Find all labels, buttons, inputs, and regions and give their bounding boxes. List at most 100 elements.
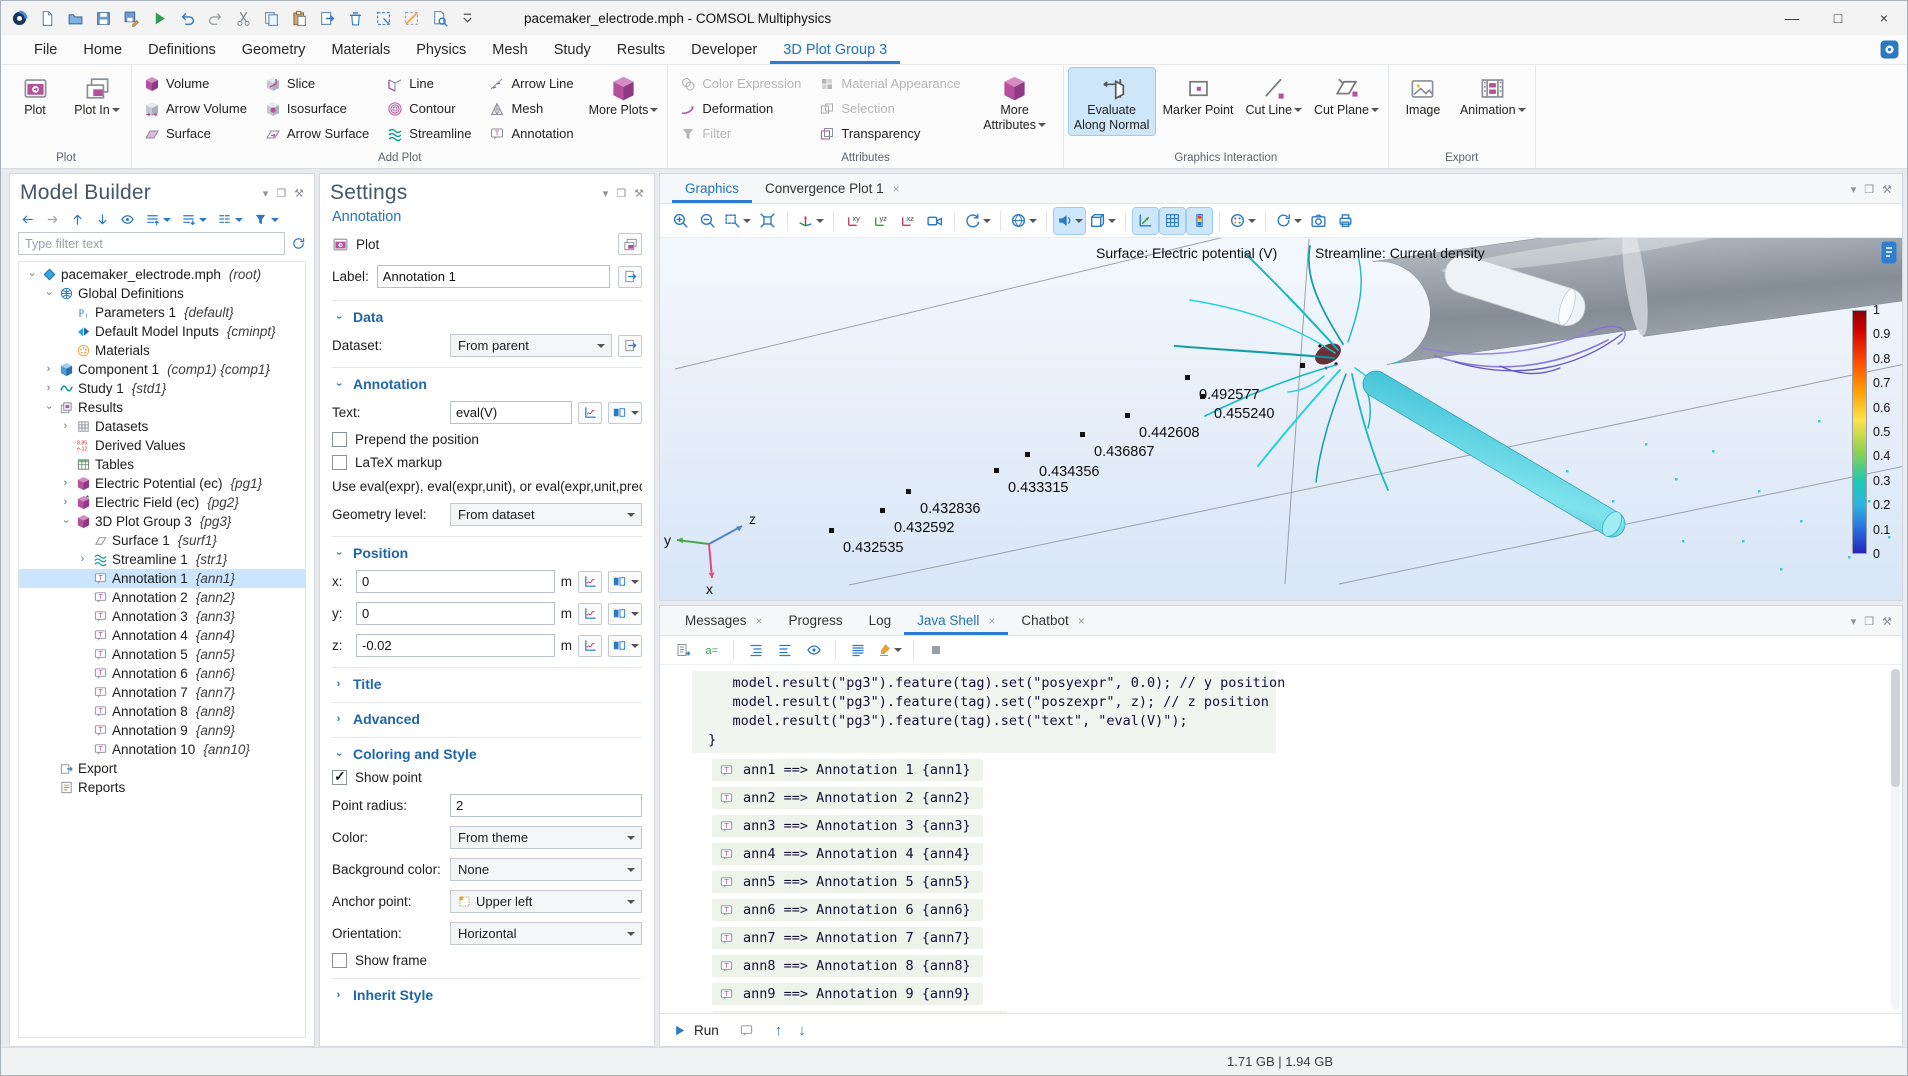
tree-item-reports[interactable]: Reports <box>19 778 305 797</box>
split-expression-button[interactable] <box>608 571 642 593</box>
show-grid-button[interactable] <box>1160 208 1185 234</box>
paste-icon[interactable] <box>291 10 308 27</box>
graphics-canvas[interactable]: z y x 0.4925770.4552400.4426080.4368670.… <box>660 238 1902 600</box>
zoom-out-button[interactable] <box>695 208 720 234</box>
zoom-box-button[interactable] <box>722 208 753 234</box>
zoom-extents-button[interactable] <box>755 208 780 234</box>
range-button[interactable] <box>578 571 602 593</box>
color-theme-button[interactable] <box>1227 208 1258 234</box>
tree-item-surface-1[interactable]: Surface 1{surf1} <box>19 531 305 550</box>
ribbon-button-annotation[interactable]: TAnnotation <box>482 121 580 146</box>
show-point-checkbox[interactable] <box>332 770 347 785</box>
geometry-level-select[interactable]: From dataset <box>450 503 642 526</box>
ribbon-button-more-attributes[interactable]: More Attributes <box>972 68 1058 135</box>
ribbon-button-mesh[interactable]: Mesh <box>482 96 580 121</box>
tab-progress[interactable]: Progress <box>776 606 856 635</box>
annotation-text-input[interactable] <box>450 401 572 424</box>
split-expression-button[interactable] <box>608 635 642 657</box>
indent-less-button[interactable] <box>772 637 797 663</box>
ribbon-button-arrow-surface[interactable]: Arrow Surface <box>258 121 376 146</box>
expand-all-icon[interactable] <box>181 212 207 227</box>
tree-item-parameters-1[interactable]: PiParameters 1{default} <box>19 303 305 322</box>
snapshot-button[interactable] <box>1306 208 1331 234</box>
panel-menu-icon[interactable]: ▾ <box>1851 183 1857 196</box>
chevron-right-icon[interactable]: › <box>76 554 89 565</box>
projection-button[interactable] <box>1008 208 1039 234</box>
split-expression-button[interactable] <box>608 603 642 625</box>
ribbon-tab-3d-plot-group-3[interactable]: 3D Plot Group 3 <box>770 35 900 64</box>
float-panel-icon[interactable]: ❐ <box>276 187 286 200</box>
pin-panel-icon[interactable]: ⚒ <box>1882 615 1892 628</box>
section-coloring-style[interactable]: ›Coloring and Style <box>332 746 642 762</box>
ribbon-button-volume[interactable]: Volume <box>137 71 254 96</box>
nav-back-icon[interactable] <box>20 212 35 227</box>
chevron-down-icon[interactable]: › <box>43 287 54 300</box>
nav-forward-icon[interactable] <box>45 212 60 227</box>
ribbon-tab-mesh[interactable]: Mesh <box>479 35 540 64</box>
position-z-input[interactable] <box>356 634 555 657</box>
ribbon-button-image[interactable]: Image <box>1394 68 1452 120</box>
tree-item-annotation-4[interactable]: TAnnotation 4{ann4} <box>19 626 305 645</box>
view-xy-button[interactable]: xy <box>841 208 866 234</box>
tree-item-annotation-3[interactable]: TAnnotation 3{ann3} <box>19 607 305 626</box>
panel-menu-icon[interactable]: ▾ <box>603 187 609 200</box>
undo-icon[interactable] <box>179 10 196 27</box>
ribbon-tab-definitions[interactable]: Definitions <box>135 35 229 64</box>
dataset-select[interactable]: From parent <box>450 334 612 357</box>
ribbon-button-evaluate-along-normal[interactable]: Evaluate Along Normal <box>1069 68 1155 135</box>
float-panel-icon[interactable]: ❐ <box>1864 615 1874 628</box>
new-file-icon[interactable] <box>39 10 56 27</box>
close-tab-icon[interactable]: × <box>988 614 995 628</box>
annotation-label-input[interactable] <box>377 265 610 288</box>
section-title[interactable]: ›Title <box>332 676 642 692</box>
pin-panel-icon[interactable]: ⚒ <box>294 187 304 200</box>
scroll-down-icon[interactable]: ↓ <box>798 1022 806 1039</box>
ribbon-button-line[interactable]: Line <box>380 71 478 96</box>
tree-item-annotation-6[interactable]: TAnnotation 6{ann6} <box>19 664 305 683</box>
tree-item-electric-potential-(ec)[interactable]: ›Electric Potential (ec){pg1} <box>19 474 305 493</box>
ribbon-button-isosurface[interactable]: Isosurface <box>258 96 376 121</box>
plot-button[interactable]: Plot <box>356 237 379 252</box>
plot-in-button[interactable] <box>618 233 642 255</box>
run-button[interactable]: Run <box>672 1023 719 1038</box>
tree-item-annotation-10[interactable]: TAnnotation 10{ann10} <box>19 740 305 759</box>
ribbon-button-contour[interactable]: Contour <box>380 96 478 121</box>
chevron-right-icon[interactable]: › <box>59 497 72 508</box>
save-as-icon[interactable] <box>123 10 140 27</box>
move-up-icon[interactable] <box>70 212 85 227</box>
go-to-view-button[interactable] <box>795 208 826 234</box>
ribbon-tab-materials[interactable]: Materials <box>318 35 403 64</box>
close-button[interactable]: × <box>1861 1 1907 35</box>
rotate-button[interactable] <box>962 208 993 234</box>
maximize-button[interactable]: □ <box>1815 1 1861 35</box>
refresh-icon[interactable] <box>291 236 306 251</box>
section-position[interactable]: ›Position <box>332 545 642 561</box>
background-color-select[interactable]: None <box>450 858 642 881</box>
chevron-down-icon[interactable]: › <box>26 268 37 281</box>
assign-check-button[interactable]: a= <box>699 637 724 663</box>
tab-chatbot[interactable]: Chatbot× <box>1008 606 1097 635</box>
scroll-up-icon[interactable]: ↑ <box>775 1022 783 1039</box>
command-prompt-icon[interactable] <box>735 1019 759 1041</box>
show-frame-checkbox[interactable] <box>332 953 347 968</box>
scene-light-button[interactable] <box>1054 208 1085 234</box>
pin-panel-icon[interactable]: ⚒ <box>634 187 644 200</box>
close-tab-icon[interactable]: × <box>893 182 900 196</box>
ribbon-button-surface[interactable]: Surface <box>137 121 254 146</box>
tree-item-export[interactable]: Export <box>19 759 305 778</box>
ribbon-button-transparency[interactable]: Transparency <box>812 121 967 146</box>
tree-item-annotation-5[interactable]: TAnnotation 5{ann5} <box>19 645 305 664</box>
section-inherit-style[interactable]: ›Inherit Style <box>332 987 642 1003</box>
orientation-select[interactable]: Horizontal <box>450 922 642 945</box>
tree-item-derived-values[interactable]: 8.85e-12Derived Values <box>19 436 305 455</box>
ribbon-tab-developer[interactable]: Developer <box>678 35 770 64</box>
tree-item-annotation-1[interactable]: TAnnotation 1{ann1} <box>19 569 305 588</box>
section-annotation[interactable]: ›Annotation <box>332 376 642 392</box>
redo-icon[interactable] <box>207 10 224 27</box>
float-panel-icon[interactable]: ❐ <box>1864 183 1874 196</box>
ribbon-button-more-plots[interactable]: More Plots <box>585 68 663 120</box>
chevron-right-icon[interactable]: › <box>59 421 72 432</box>
color-select[interactable]: From theme <box>450 826 642 849</box>
ribbon-tab-physics[interactable]: Physics <box>403 35 479 64</box>
comsol-logo-icon[interactable] <box>11 10 28 27</box>
